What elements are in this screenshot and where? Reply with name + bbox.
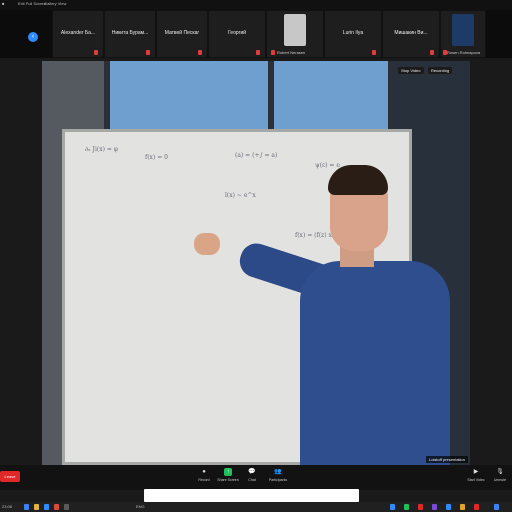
share-screen-icon: ↑ xyxy=(224,468,232,476)
search-input[interactable] xyxy=(144,489,359,502)
taskbar-app-icon[interactable] xyxy=(34,504,39,510)
record-icon: ● xyxy=(202,469,206,475)
taskbar-app-icon[interactable] xyxy=(446,504,451,510)
muted-mic-icon xyxy=(198,50,202,55)
speaker-name-label: Loistoff presentation xyxy=(426,456,468,463)
stop-video-button[interactable]: Stop Video xyxy=(398,67,424,74)
presenter-hair xyxy=(328,165,388,195)
participant-avatar xyxy=(452,14,474,46)
taskbar-app-icon[interactable] xyxy=(44,504,49,510)
muted-mic-icon xyxy=(430,50,434,55)
taskbar-app-icon[interactable] xyxy=(54,504,59,510)
whiteboard-writing: ψ(ε) = e xyxy=(315,162,340,169)
taskbar-app-icon[interactable] xyxy=(460,504,465,510)
leave-button[interactable]: Leave xyxy=(0,471,20,482)
muted-mic-icon xyxy=(271,50,275,55)
whiteboard-writing: ∂ₓ Ji(x) = φ xyxy=(85,146,118,153)
record-button[interactable]: ● Record xyxy=(192,468,216,482)
share-screen-button[interactable]: ↑ Share Screen xyxy=(216,468,240,482)
recording-indicator: Recording xyxy=(428,67,453,74)
chat-button[interactable]: 💬 Chat xyxy=(240,468,264,482)
gallery-view-button[interactable]: Gallery View xyxy=(44,1,66,6)
microphone-icon: 🎙 xyxy=(496,469,504,475)
taskbar-app-icon[interactable] xyxy=(64,504,69,510)
whiteboard-writing: (a) = (+∫ = a) xyxy=(235,152,278,159)
participant-name: Lurin Ilya xyxy=(342,30,364,36)
participant-name: Георгий xyxy=(227,30,247,36)
participants-button[interactable]: 👥 Participants xyxy=(266,468,290,482)
taskbar-language[interactable]: ENG xyxy=(136,504,145,509)
camera-icon: ▶ xyxy=(473,469,479,475)
chat-icon: 💬 xyxy=(248,469,256,475)
app-icon: ■ xyxy=(2,1,5,6)
participant-name: Мишакин Ви... xyxy=(394,30,428,36)
windows-start-icon[interactable] xyxy=(494,504,499,510)
presenter-body xyxy=(300,261,450,465)
taskbar-app-icon[interactable] xyxy=(474,504,479,510)
participant-name: Alexander Ба... xyxy=(60,30,96,36)
participant-tile[interactable]: Lurin Ilya xyxy=(324,10,382,58)
taskbar-app-icon[interactable] xyxy=(404,504,409,510)
window-titlebar: ■ Exit Full Screen Gallery View xyxy=(0,0,512,10)
presenter-hand xyxy=(194,233,220,255)
muted-mic-icon xyxy=(443,50,447,55)
participant-tile[interactable]: Георгий xyxy=(208,10,266,58)
participant-tile[interactable]: Robert Nerasen xyxy=(266,10,324,58)
taskbar-app-icon[interactable] xyxy=(24,504,29,510)
participant-tile[interactable]: Rosen Rohnapova xyxy=(440,10,486,58)
taskbar-time: 23:08 xyxy=(2,504,13,509)
start-video-button[interactable]: ▶ Start Video xyxy=(464,468,488,482)
meeting-controls-bar: 🎙 Unmute ▶ Start Video 👥 Participants 💬 … xyxy=(0,465,512,490)
participant-tile[interactable]: Alexander Ба... xyxy=(52,10,104,58)
previous-page-button[interactable]: ‹ xyxy=(28,32,38,42)
participant-tile[interactable]: Матвей Пескаг xyxy=(156,10,208,58)
muted-mic-icon xyxy=(372,50,376,55)
participant-name: Никита Бурам... xyxy=(111,30,149,36)
participant-caption: Rosen Rohnapova xyxy=(447,50,481,55)
participant-caption: Robert Nerasen xyxy=(277,50,306,55)
participant-strip: ‹ Alexander Ба... Никита Бурам... Матвей… xyxy=(0,10,512,58)
taskbar: 23:08 ENG xyxy=(0,502,512,512)
participant-name: Матвей Пескаг xyxy=(164,30,200,36)
participant-tile[interactable]: Никита Бурам... xyxy=(104,10,156,58)
muted-mic-icon xyxy=(146,50,150,55)
whiteboard-writing: f(x) = (f(z) x) xyxy=(295,232,335,239)
exit-fullscreen-button[interactable]: Exit Full Screen xyxy=(18,1,46,6)
muted-mic-icon xyxy=(256,50,260,55)
participant-avatar xyxy=(284,14,306,46)
taskbar-app-icon[interactable] xyxy=(418,504,423,510)
muted-mic-icon xyxy=(94,50,98,55)
unmute-button[interactable]: 🎙 Unmute xyxy=(488,468,512,482)
whiteboard-writing: f(x) = 0 xyxy=(145,154,168,161)
participants-icon: 👥 xyxy=(274,469,282,475)
chevron-left-icon: ‹ xyxy=(31,33,35,40)
taskbar-app-icon[interactable] xyxy=(432,504,437,510)
taskbar-app-icon[interactable] xyxy=(390,504,395,510)
active-speaker-video[interactable]: ∂ₓ Ji(x) = φ f(x) = 0 (a) = (+∫ = a) ψ(ε… xyxy=(42,61,470,465)
whiteboard-writing: l(x) ~ e^x xyxy=(225,192,256,199)
participant-tile[interactable]: Мишакин Ви... xyxy=(382,10,440,58)
